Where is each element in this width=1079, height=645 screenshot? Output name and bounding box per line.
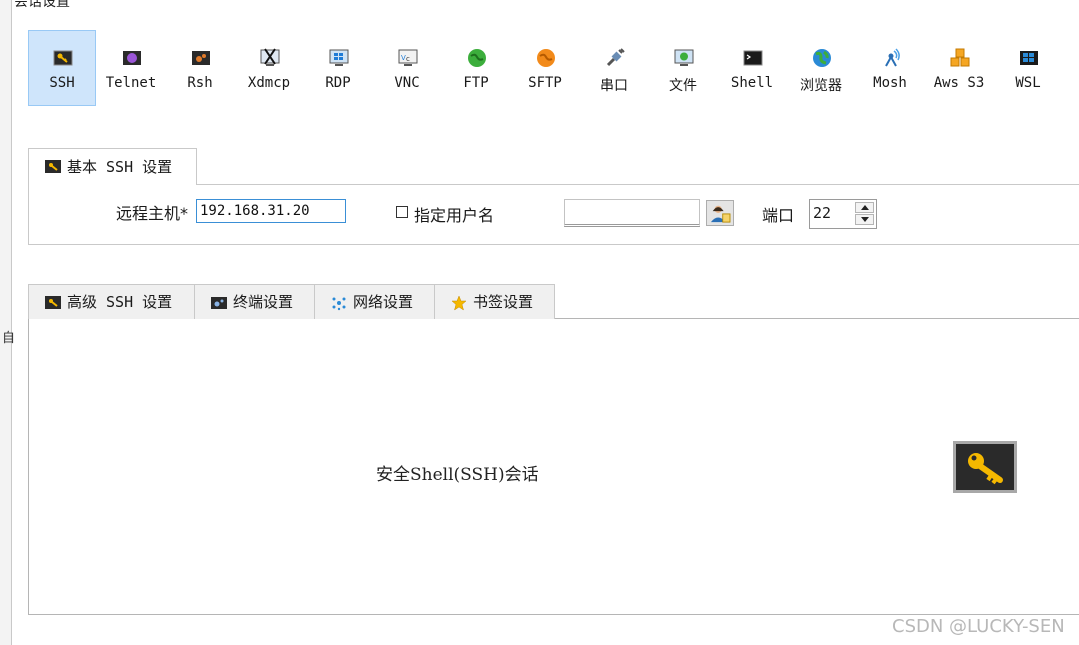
rdp-monitor-icon	[329, 49, 349, 66]
session-type-rdp[interactable]: RDP	[304, 30, 372, 106]
session-type-label: Rsh	[187, 75, 213, 91]
session-type-serial[interactable]: 串口	[580, 30, 648, 106]
session-type-label: WSL	[1015, 75, 1041, 91]
port-label: 端口	[762, 206, 795, 225]
aws-s3-cubes-icon	[950, 48, 970, 67]
arrow-down-icon	[861, 217, 869, 222]
port-value[interactable]: 22	[813, 204, 831, 222]
ssh-key-icon	[53, 50, 73, 66]
svg-text:c: c	[406, 55, 410, 63]
port-spinbox[interactable]: 22	[809, 199, 877, 229]
session-type-label: Xdmcp	[247, 75, 291, 91]
terminal-settings-icon	[211, 297, 227, 309]
session-type-file[interactable]: 文件	[649, 30, 717, 106]
session-description: 安全Shell(SSH)会话	[376, 465, 539, 485]
telnet-icon	[123, 51, 141, 65]
serial-plug-icon	[606, 48, 625, 67]
session-type-label: SFTP	[528, 75, 562, 91]
ssh-key-icon	[45, 160, 61, 173]
session-type-label: Telnet	[105, 75, 157, 91]
xdmcp-icon	[260, 48, 280, 66]
session-type-browser[interactable]: 浏览器	[787, 30, 855, 106]
shell-terminal-icon	[743, 50, 763, 66]
port-increment-button[interactable]	[855, 202, 874, 213]
rsh-icon	[192, 51, 210, 65]
tab-bookmark-settings[interactable]: 书签设置	[434, 284, 555, 319]
remote-host-input[interactable]	[196, 199, 346, 223]
session-type-label: Mosh	[873, 75, 907, 91]
tab-advanced-ssh-settings[interactable]: 高级 SSH 设置	[28, 284, 195, 319]
session-type-label: Shell	[730, 75, 774, 91]
session-type-label: 浏览器	[800, 78, 842, 94]
user-icon	[710, 205, 731, 223]
session-type-mosh[interactable]: Mosh	[856, 30, 924, 106]
left-edge-char: 自	[2, 331, 16, 346]
file-monitor-icon	[674, 49, 694, 66]
lower-settings-panel	[28, 318, 1079, 615]
tab-label: 网络设置	[353, 293, 414, 311]
tab-label: 基本 SSH 设置	[67, 158, 173, 176]
tab-label: 高级 SSH 设置	[67, 293, 173, 311]
session-type-rsh[interactable]: Rsh	[166, 30, 234, 106]
window-left-edge	[0, 0, 12, 645]
session-type-ftp[interactable]: FTP	[442, 30, 510, 106]
session-type-label: Aws S3	[933, 75, 985, 91]
session-type-label: SSH	[49, 75, 75, 91]
key-icon	[968, 453, 1003, 485]
session-type-wsl[interactable]: WSL	[994, 30, 1062, 106]
window-title: 会话设置	[14, 0, 70, 10]
remote-host-label: 远程主机*	[116, 204, 189, 223]
session-type-label: 串口	[600, 78, 628, 94]
tab-terminal-settings[interactable]: 终端设置	[194, 284, 315, 319]
tab-label: 终端设置	[233, 293, 294, 311]
star-icon	[451, 295, 467, 311]
session-type-sftp[interactable]: SFTP	[511, 30, 579, 106]
network-icon	[332, 297, 346, 311]
session-type-aws-s3[interactable]: Aws S3	[925, 30, 993, 106]
port-decrement-button[interactable]	[855, 214, 874, 225]
session-type-label: FTP	[463, 75, 489, 91]
sftp-globe-icon	[537, 49, 555, 67]
windows-icon	[1020, 51, 1038, 65]
session-type-vnc[interactable]: Vc VNC	[373, 30, 441, 106]
specify-username-label: 指定用户名	[414, 206, 495, 225]
watermark: CSDN @LUCKY-SEN	[892, 616, 1065, 637]
session-type-ssh[interactable]: SSH	[28, 30, 96, 106]
session-type-telnet[interactable]: Telnet	[97, 30, 165, 106]
session-type-label: VNC	[394, 75, 420, 91]
vnc-icon: Vc	[398, 49, 418, 66]
session-type-shell[interactable]: Shell	[718, 30, 786, 106]
tab-label: 书签设置	[473, 293, 534, 311]
user-picker-button[interactable]	[706, 200, 734, 226]
specify-username-checkbox[interactable]	[396, 206, 408, 218]
ftp-globe-icon	[468, 49, 486, 67]
ssh-key-icon	[45, 296, 61, 309]
username-field[interactable]	[564, 199, 700, 227]
session-type-label: RDP	[325, 75, 351, 91]
arrow-up-icon	[861, 205, 869, 210]
session-type-label: 文件	[669, 78, 697, 94]
tab-basic-ssh-settings[interactable]: 基本 SSH 设置	[28, 148, 197, 185]
tab-network-settings[interactable]: 网络设置	[314, 284, 435, 319]
session-type-xdmcp[interactable]: Xdmcp	[235, 30, 303, 106]
browser-globe-icon	[813, 49, 831, 67]
mosh-antenna-icon	[885, 48, 900, 67]
ssh-key-large-icon	[953, 441, 1017, 493]
